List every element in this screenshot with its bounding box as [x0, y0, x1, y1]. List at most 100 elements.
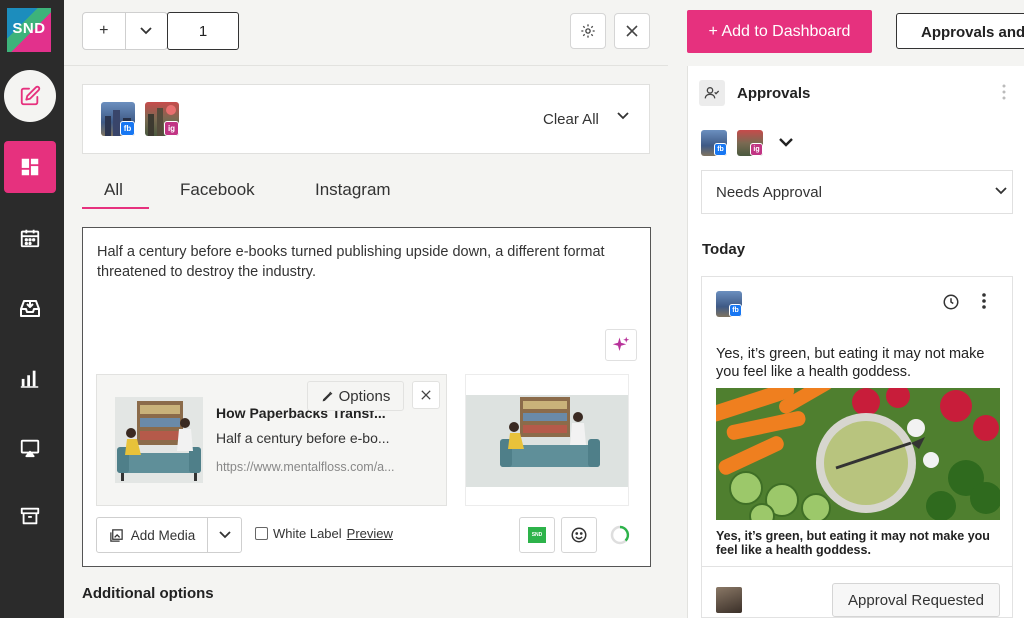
nav-dashboard[interactable]: [4, 141, 56, 193]
snd-logo-icon: SND: [528, 527, 546, 543]
facebook-badge: fb: [714, 143, 727, 156]
white-label-checkbox[interactable]: [255, 527, 268, 540]
approvals-header: Approvals: [699, 80, 810, 106]
instagram-badge: ig: [750, 143, 763, 156]
tab-all[interactable]: All: [104, 180, 123, 200]
clock-icon[interactable]: [942, 293, 960, 311]
inbox-icon: [20, 300, 40, 317]
link-options-button[interactable]: Options: [307, 381, 404, 411]
approval-status-select[interactable]: Needs Approval: [701, 170, 1013, 214]
gear-icon: [581, 24, 595, 38]
nav-inbox[interactable]: [4, 284, 56, 332]
link-preview-card: How Paperbacks Transf... Half a century …: [96, 374, 447, 506]
link-thumbnail: [115, 397, 203, 483]
screen-icon: [20, 439, 40, 458]
approval-post-card[interactable]: fb Yes, it’s green, but eating it may no…: [701, 276, 1013, 618]
chevron-down-icon[interactable]: [779, 138, 793, 148]
network-tabs: All Facebook Instagram: [82, 176, 650, 210]
approval-requested-button[interactable]: Approval Requested: [832, 583, 1000, 617]
clear-all-button[interactable]: Clear All: [543, 111, 599, 128]
instagram-badge: ig: [164, 121, 179, 136]
options-label: Options: [338, 387, 391, 405]
white-label-preview-link[interactable]: Preview: [347, 526, 393, 541]
compose-icon: [20, 85, 41, 106]
composer-toolbar: +: [64, 0, 668, 66]
archive-icon: [20, 507, 40, 525]
nav-archive[interactable]: [4, 492, 56, 540]
chevron-down-icon: [140, 27, 152, 35]
close-icon: [421, 390, 431, 400]
remove-link-button[interactable]: [412, 381, 440, 409]
profile-avatar-instagram[interactable]: ig: [737, 130, 763, 156]
post-count-input[interactable]: [167, 12, 239, 50]
nav-analytics[interactable]: [4, 354, 56, 402]
add-post-dropdown[interactable]: [124, 13, 168, 49]
left-nav: SND: [0, 0, 64, 618]
nav-screen[interactable]: [4, 424, 56, 472]
additional-options-heading[interactable]: Additional options: [82, 585, 214, 602]
snd-button[interactable]: SND: [519, 517, 555, 553]
post-body-text: Yes, it’s green, but eating it may not m…: [716, 346, 985, 380]
add-post-button[interactable]: +: [83, 13, 125, 49]
tab-instagram[interactable]: Instagram: [315, 180, 391, 200]
pencil-icon: [322, 391, 333, 401]
post-link-caption: Yes, it’s green, but eating it may not m…: [716, 529, 990, 557]
approvals-panel: Approvals fb ig Needs Approval Today fb …: [687, 66, 1024, 618]
approvals-dropdown-button[interactable]: Approvals and: [896, 13, 1024, 49]
image-icon: [109, 528, 123, 542]
facebook-badge: fb: [729, 304, 742, 317]
post-editor[interactable]: Half a century before e-books turned pub…: [82, 227, 651, 567]
add-media-dropdown[interactable]: [208, 518, 241, 552]
white-label-text: White Label: [273, 526, 342, 541]
add-media-button[interactable]: Add Media: [97, 518, 208, 552]
user-check-icon: [704, 87, 720, 99]
composer-panel: + fb ig Clear All All Facebook: [64, 0, 668, 618]
requester-avatar: [716, 587, 742, 613]
post-text[interactable]: Half a century before e-books turned pub…: [97, 242, 637, 282]
chevron-down-icon: [218, 531, 231, 539]
selected-profiles: fb ig Clear All: [82, 84, 650, 154]
chevron-down-icon: [995, 187, 1007, 195]
post-profile-avatar: fb: [716, 291, 742, 317]
add-to-dashboard-button[interactable]: + Add to Dashboard: [687, 10, 872, 53]
editor-footer: Add Media White Label Preview SND: [83, 515, 650, 555]
reading-couch-illustration: [115, 397, 203, 483]
character-count-ring: [610, 525, 630, 545]
add-media-label: Add Media: [130, 527, 196, 543]
emoji-button[interactable]: [561, 517, 597, 553]
calendar-icon: [20, 229, 40, 248]
tab-facebook[interactable]: Facebook: [180, 180, 255, 200]
chevron-down-icon[interactable]: [617, 112, 629, 120]
link-preview-image[interactable]: [465, 374, 629, 506]
post-divider: [702, 566, 1012, 567]
approval-status-value: Needs Approval: [716, 184, 822, 201]
white-label-option: White Label Preview: [255, 526, 393, 541]
add-post-group: +: [82, 12, 168, 50]
logo-text: SND: [12, 20, 46, 37]
kebab-menu-icon[interactable]: [1002, 84, 1006, 100]
profile-avatar-facebook[interactable]: fb: [101, 102, 135, 136]
profile-avatar-facebook[interactable]: fb: [701, 130, 727, 156]
analytics-icon: [20, 370, 39, 388]
nav-compose[interactable]: [4, 70, 56, 122]
link-description: Half a century before e-bo...: [216, 430, 390, 446]
sparkle-icon: [612, 336, 630, 351]
settings-button[interactable]: [570, 13, 606, 49]
active-tab-indicator: [82, 207, 149, 209]
approvals-icon-box: [699, 80, 725, 106]
ai-assist-button[interactable]: [605, 329, 637, 361]
approvals-title: Approvals: [737, 84, 811, 102]
approval-profile-filter: fb ig: [701, 130, 811, 160]
close-composer-button[interactable]: [614, 13, 650, 49]
post-image[interactable]: [716, 388, 1000, 520]
kebab-menu-icon[interactable]: [982, 293, 986, 309]
link-url[interactable]: https://www.mentalfloss.com/a...: [216, 460, 416, 474]
smiley-icon: [571, 527, 587, 543]
salad-photo-illustration: [716, 388, 1000, 520]
app-logo[interactable]: SND: [7, 8, 51, 52]
dashboard-icon: [21, 158, 39, 176]
nav-calendar[interactable]: [4, 214, 56, 262]
profile-avatar-instagram[interactable]: ig: [145, 102, 179, 136]
close-icon: [626, 25, 638, 37]
section-today: Today: [702, 241, 746, 258]
